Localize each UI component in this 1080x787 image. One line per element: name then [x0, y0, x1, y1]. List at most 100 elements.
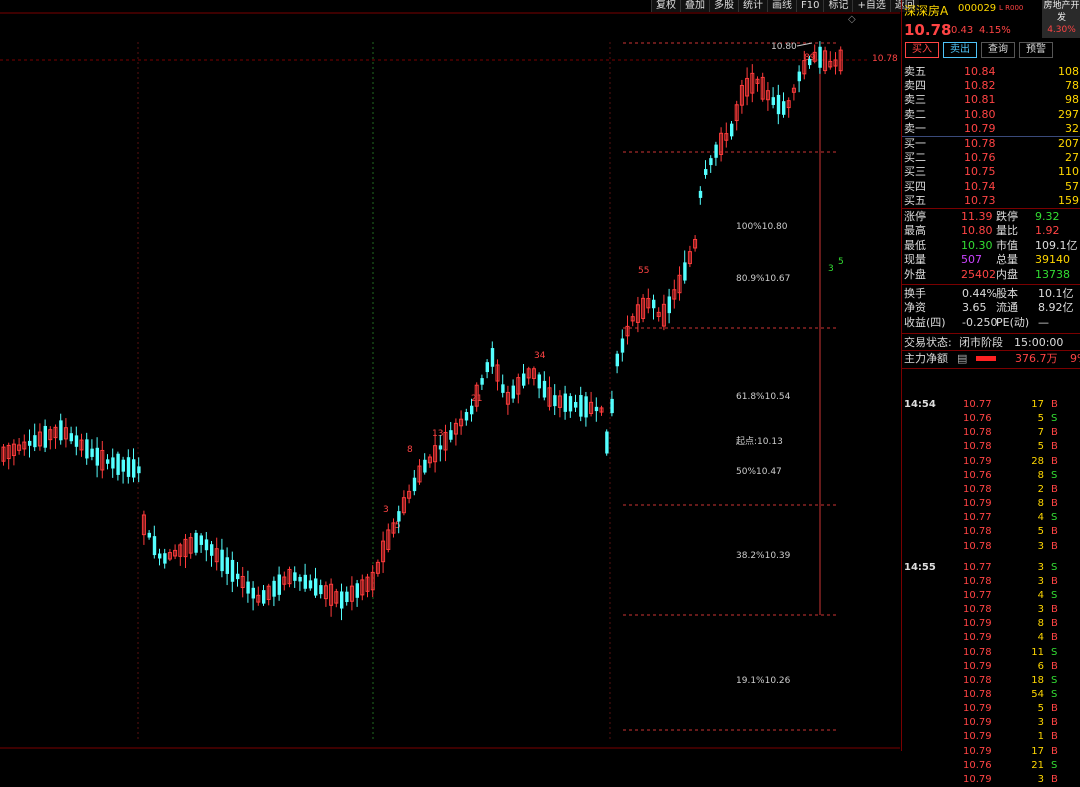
tick-price: 10.78 — [963, 483, 992, 495]
kline-svg[interactable]: ◇ 100%10.80 80.9%10.67 61.8%10.54 起点:10.13 50… — [0, 0, 900, 751]
trade-status-time: 15:00:00 — [1014, 336, 1064, 349]
candle-body-down — [683, 262, 687, 281]
tick-time: 14:54 — [904, 399, 936, 410]
candle-body-down — [272, 580, 276, 597]
stat-value: 10.80 — [961, 224, 993, 238]
tick-price: 10.78 — [963, 526, 992, 538]
tick-side: S — [1051, 646, 1058, 658]
stat-value: 1.92 — [1035, 224, 1060, 238]
candle-body-down — [69, 433, 73, 442]
tick-price: 10.79 — [963, 717, 992, 729]
candle-body-down — [236, 573, 240, 580]
action-btn-3[interactable]: 预警 — [1019, 42, 1053, 58]
fib-label: 50%10.47 — [736, 467, 782, 477]
candle-body-down — [771, 97, 775, 105]
candle-body-down — [797, 71, 801, 82]
action-btn-0[interactable]: 买入 — [905, 42, 939, 58]
candle-body-down — [116, 453, 120, 475]
candle-body-down — [605, 431, 609, 454]
tick-side: B — [1051, 427, 1058, 439]
tick-row: 10.79 6 B — [902, 660, 1080, 674]
ask-label: 卖五 — [904, 65, 926, 78]
tick-price: 10.78 — [963, 674, 992, 686]
toolbar-btn-0[interactable]: 复权 — [651, 0, 680, 12]
ask-price: 10.80 — [964, 107, 996, 121]
tick-price: 10.79 — [963, 455, 992, 467]
tick-side: S — [1051, 759, 1058, 771]
tick-row: 10.78 5 B — [902, 440, 1080, 454]
tick-side: B — [1051, 399, 1058, 410]
stat-label: 外盘 — [904, 267, 926, 281]
ask-vol: 297 — [1058, 107, 1079, 121]
stat-label: 跌停 — [996, 210, 1018, 223]
tick-vol: 5 — [1037, 526, 1044, 538]
tick-side: S — [1051, 674, 1058, 686]
bid-vol: 110 — [1058, 165, 1079, 179]
diamond-icon: ◇ — [848, 14, 856, 25]
candle-body-down — [308, 580, 313, 589]
ask-label: 卖四 — [904, 79, 926, 93]
count-label: 5 — [395, 521, 401, 531]
candle-body-down — [137, 466, 141, 474]
count-label: 3 — [383, 505, 389, 515]
candle-body-down — [28, 440, 32, 446]
tick-vol: 5 — [1037, 703, 1044, 715]
toolbar-btn-3[interactable]: 统计 — [738, 0, 767, 12]
candle-body-down — [220, 549, 224, 572]
action-btn-1[interactable]: 卖出 — [943, 42, 977, 58]
candle-body-down — [808, 58, 812, 66]
toolbar-btn-2[interactable]: 多股 — [709, 0, 738, 12]
list-icon[interactable]: ▤ — [957, 352, 967, 366]
toolbar-btn-4[interactable]: 画线 — [767, 0, 796, 12]
candle-body-down — [262, 590, 266, 604]
ask-vol: 98 — [1065, 93, 1079, 107]
last-price: 10.78 — [904, 21, 952, 39]
stat-value: 3.65 — [962, 301, 987, 315]
count-label: 8 — [407, 445, 413, 455]
tick-side: B — [1051, 455, 1058, 467]
stat-label: 最高 — [904, 224, 926, 238]
tick-price: 10.79 — [963, 498, 992, 510]
trade-status-label: 交易状态: — [904, 336, 952, 349]
tick-side: B — [1051, 731, 1058, 743]
candle-body-down — [480, 378, 484, 385]
candle-body-down — [594, 406, 599, 412]
toolbar-btn-5[interactable]: F10 — [796, 0, 824, 12]
count-label: 34 — [534, 351, 546, 361]
sector-badge[interactable]: 房地产开 发 4.30% — [1042, 0, 1080, 38]
toolbar-btn-1[interactable]: 叠加 — [680, 0, 709, 12]
tick-row: 10.76 5 S — [902, 412, 1080, 426]
tick-row: 10.78 7 B — [902, 426, 1080, 440]
stats-divider — [902, 284, 1080, 285]
stat-label: 最低 — [904, 238, 926, 252]
candle-body-down — [522, 373, 526, 386]
tick-side: S — [1051, 469, 1058, 481]
tick-row: 14:54 10.77 17 B — [902, 398, 1080, 412]
main-flow-value: 376.7万 — [1015, 352, 1058, 365]
ask-label: 卖一 — [904, 121, 926, 135]
candle-body-down — [303, 574, 307, 589]
tick-side: S — [1051, 561, 1058, 573]
kline-chart[interactable]: ◇ 100%10.80 80.9%10.67 61.8%10.54 起点:10.13 50… — [0, 0, 919, 751]
sector-name-2: 发 — [1056, 13, 1066, 23]
ask-price: 10.84 — [964, 65, 996, 78]
candle-body-down — [511, 385, 515, 399]
tick-side: S — [1051, 589, 1058, 601]
tick-price: 10.76 — [963, 759, 992, 771]
main-flow-bar — [976, 356, 996, 361]
toolbar-btn-6[interactable]: 标记 — [823, 0, 853, 12]
tick-side: B — [1051, 618, 1058, 630]
stat-value: -0.250 — [962, 315, 998, 329]
bid-label: 买三 — [904, 165, 926, 179]
candle-body-down — [293, 572, 297, 581]
candle-body-down — [74, 435, 79, 447]
action-btn-2[interactable]: 查询 — [981, 42, 1015, 58]
bid-price: 10.73 — [964, 193, 996, 207]
candle-body-down — [111, 457, 115, 469]
toolbar-btn-7[interactable]: +自选 — [852, 0, 890, 12]
candle-body-down — [782, 101, 786, 115]
ask-row: 卖五 10.84 108 — [902, 65, 1080, 79]
stat-label: PE(动) — [996, 315, 1030, 329]
candle-body-down — [563, 393, 567, 412]
tick-vol: 4 — [1037, 589, 1044, 601]
